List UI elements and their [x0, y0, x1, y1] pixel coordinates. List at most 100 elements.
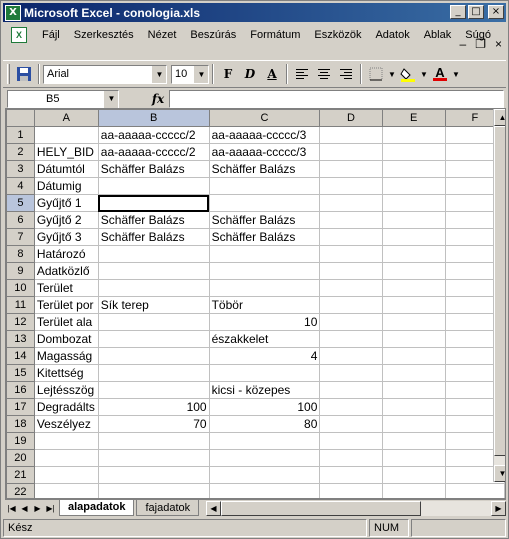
cell-e22[interactable]: [381, 483, 446, 498]
cell-a3[interactable]: Dátumtól: [33, 160, 99, 178]
menu-insert[interactable]: Beszúrás: [183, 29, 243, 41]
cell-c10[interactable]: [208, 279, 321, 297]
next-sheet-icon[interactable]: ▶: [31, 501, 44, 516]
cell-a2[interactable]: HELY_BID: [33, 143, 99, 161]
column-header-d[interactable]: D: [319, 109, 383, 127]
cell-d5[interactable]: [319, 194, 383, 212]
cell-a16[interactable]: Lejtésszög: [33, 381, 99, 399]
cell-a6[interactable]: Gyűjtő 2: [33, 211, 99, 229]
cell-d11[interactable]: [319, 296, 383, 314]
cell-a8[interactable]: Határozó: [33, 245, 99, 263]
row-header[interactable]: 7: [6, 228, 35, 246]
column-header-a[interactable]: A: [33, 109, 99, 127]
last-sheet-icon[interactable]: ▶|: [44, 501, 57, 516]
cell-e3[interactable]: [381, 160, 446, 178]
cell-e19[interactable]: [381, 432, 446, 450]
cell-d1[interactable]: [319, 126, 383, 144]
cell-b6[interactable]: Schäffer Balázs: [97, 211, 210, 229]
cell-a5[interactable]: Gyűjtő 1: [33, 194, 99, 212]
cell-d20[interactable]: [319, 449, 383, 467]
cell-b2[interactable]: aa-aaaaa-ccccc/2: [97, 143, 210, 161]
cell-a21[interactable]: [33, 466, 99, 484]
row-header[interactable]: 9: [6, 262, 35, 280]
select-all-corner[interactable]: [6, 109, 35, 127]
cell-c21[interactable]: [208, 466, 321, 484]
cell-c12[interactable]: 10: [208, 313, 321, 331]
cell-e13[interactable]: [381, 330, 446, 348]
cell-a20[interactable]: [33, 449, 99, 467]
align-left-icon[interactable]: [291, 63, 313, 85]
underline-button[interactable]: A: [261, 63, 283, 85]
chevron-down-icon[interactable]: ▼: [152, 65, 166, 83]
row-header[interactable]: 6: [6, 211, 35, 229]
cell-b14[interactable]: [97, 347, 210, 365]
row-header[interactable]: 18: [6, 415, 35, 433]
cell-c1[interactable]: aa-aaaaa-ccccc/3: [208, 126, 321, 144]
cell-d6[interactable]: [319, 211, 383, 229]
cell-d2[interactable]: [319, 143, 383, 161]
row-header[interactable]: 15: [6, 364, 35, 382]
cell-d21[interactable]: [319, 466, 383, 484]
chevron-down-icon[interactable]: ▼: [194, 65, 208, 83]
cell-e21[interactable]: [381, 466, 446, 484]
toolbar-grip[interactable]: [7, 64, 10, 84]
cell-c19[interactable]: [208, 432, 321, 450]
cell-b4[interactable]: [97, 177, 210, 195]
cell-d4[interactable]: [319, 177, 383, 195]
cell-c18[interactable]: 80: [208, 415, 321, 433]
cell-e1[interactable]: [381, 126, 446, 144]
scroll-up-icon[interactable]: ▲: [494, 109, 505, 126]
cell-c6[interactable]: Schäffer Balázs: [208, 211, 321, 229]
sheet-tab-alapadatok[interactable]: alapadatok: [59, 499, 135, 516]
cell-a11[interactable]: Terület por: [33, 296, 99, 314]
cell-c13[interactable]: északkelet: [208, 330, 321, 348]
cell-a7[interactable]: Gyűjtő 3: [33, 228, 99, 246]
cell-a4[interactable]: Dátumig: [33, 177, 99, 195]
cell-b21[interactable]: [97, 466, 210, 484]
row-header[interactable]: 8: [6, 245, 35, 263]
cell-a19[interactable]: [33, 432, 99, 450]
cell-b5[interactable]: [97, 194, 210, 212]
cell-e10[interactable]: [381, 279, 446, 297]
first-sheet-icon[interactable]: |◀: [5, 501, 18, 516]
cell-a14[interactable]: Magasság: [33, 347, 99, 365]
sheet-tab-fajadatok[interactable]: fajadatok: [136, 500, 200, 516]
cell-e8[interactable]: [381, 245, 446, 263]
font-size-select[interactable]: 10 ▼: [171, 64, 209, 84]
column-header-c[interactable]: C: [208, 109, 321, 127]
close-button[interactable]: ×: [488, 5, 504, 19]
horizontal-scroll-thumb[interactable]: [221, 500, 421, 516]
row-header[interactable]: 11: [6, 296, 35, 314]
cell-e17[interactable]: [381, 398, 446, 416]
cell-b15[interactable]: [97, 364, 210, 382]
cell-a1[interactable]: [33, 126, 99, 144]
cell-b18[interactable]: 70: [97, 415, 210, 433]
scroll-left-icon[interactable]: ◀: [206, 500, 221, 516]
italic-button[interactable]: D: [239, 63, 261, 85]
cell-e15[interactable]: [381, 364, 446, 382]
cell-d19[interactable]: [319, 432, 383, 450]
cell-b22[interactable]: [97, 483, 210, 498]
workbook-icon[interactable]: X: [11, 27, 27, 43]
cell-b11[interactable]: Sík terep: [97, 296, 210, 314]
cell-d15[interactable]: [319, 364, 383, 382]
cell-e9[interactable]: [381, 262, 446, 280]
cell-d9[interactable]: [319, 262, 383, 280]
cell-e5[interactable]: [381, 194, 446, 212]
align-right-icon[interactable]: [335, 63, 357, 85]
cell-b3[interactable]: Schäffer Balázs: [97, 160, 210, 178]
cell-c11[interactable]: Töbör: [208, 296, 321, 314]
cell-a9[interactable]: Adatközlő: [33, 262, 99, 280]
row-header[interactable]: 3: [6, 160, 35, 178]
cell-c5[interactable]: [208, 194, 321, 212]
cell-b20[interactable]: [97, 449, 210, 467]
cell-e7[interactable]: [381, 228, 446, 246]
cell-b16[interactable]: [97, 381, 210, 399]
menu-data[interactable]: Adatok: [368, 29, 416, 41]
chevron-down-icon[interactable]: ▼: [387, 63, 397, 85]
cell-c14[interactable]: 4: [208, 347, 321, 365]
maximize-button[interactable]: □: [468, 5, 484, 19]
cell-c4[interactable]: [208, 177, 321, 195]
save-icon[interactable]: [13, 63, 35, 85]
cell-a22[interactable]: [33, 483, 99, 498]
